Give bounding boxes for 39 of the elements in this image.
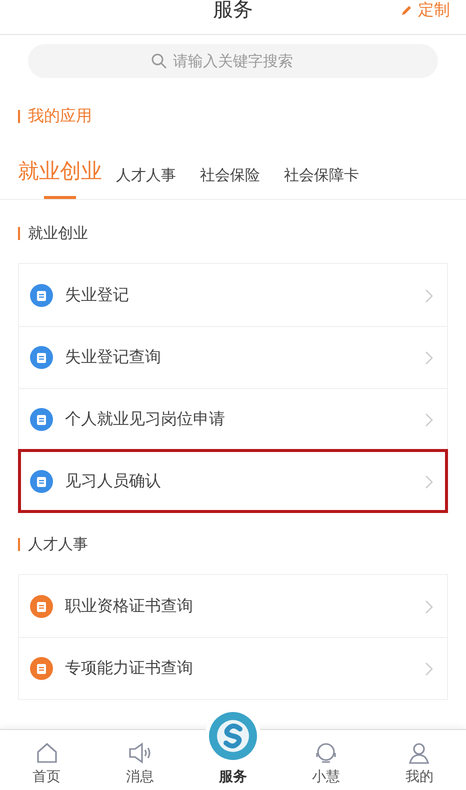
chevron-right-icon [425, 288, 433, 302]
service-row[interactable]: 职业资格证书查询 [19, 575, 447, 637]
document-icon [30, 657, 53, 680]
service-row[interactable]: 失业登记 [19, 264, 447, 326]
person-icon [407, 741, 432, 765]
tab-bar-item[interactable]: 服务 [186, 704, 280, 790]
pencil-icon [401, 4, 412, 16]
home-icon [34, 741, 59, 765]
speaker-icon [126, 741, 153, 765]
section-title: 就业创业 [28, 224, 88, 243]
search-field[interactable]: 请输入关键字搜索 [28, 44, 438, 78]
category-tab[interactable]: 人才人事 [116, 166, 176, 199]
service-row[interactable]: 个人就业见习岗位申请 [19, 388, 447, 450]
document-icon [30, 284, 53, 307]
accent-bar [18, 227, 20, 240]
page-title: 服务 [213, 0, 253, 20]
section-title: 人才人事 [28, 535, 88, 554]
service-row[interactable]: 失业登记查询 [19, 326, 447, 388]
chevron-right-icon [425, 600, 433, 614]
chevron-right-icon [425, 350, 433, 364]
section-title: 我的应用 [28, 106, 92, 127]
accent-bar [18, 110, 20, 123]
service-row[interactable]: 专项能力证书查询 [19, 637, 447, 699]
accent-bar [18, 538, 20, 551]
document-icon [30, 346, 53, 369]
tab-bar-item[interactable]: 消息 [93, 730, 186, 790]
chevron-right-icon [425, 662, 433, 676]
service-row[interactable]: 见习人员确认 [19, 450, 447, 512]
document-icon [30, 408, 53, 431]
document-icon [30, 470, 53, 493]
document-icon [30, 595, 53, 618]
chevron-right-icon [425, 474, 433, 488]
category-tab[interactable]: 社会保障卡 [284, 166, 359, 199]
tab-bar-item[interactable]: 我的 [372, 730, 466, 790]
chevron-right-icon [425, 412, 433, 426]
category-tab[interactable]: 社会保险 [200, 166, 260, 199]
tab-bar-item[interactable]: 首页 [0, 730, 94, 790]
tab-bar-item[interactable]: 小慧 [280, 730, 373, 790]
search-icon [151, 53, 167, 69]
